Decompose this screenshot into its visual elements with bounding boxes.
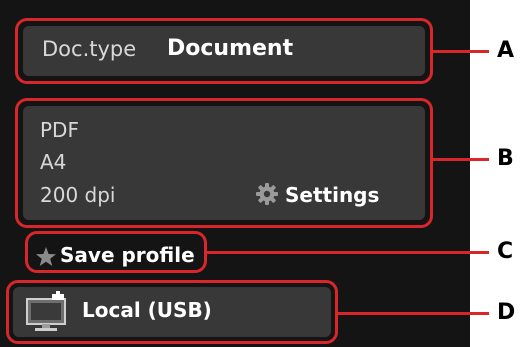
callout-line-a <box>433 50 489 53</box>
callout-line-b <box>433 158 489 161</box>
callout-label-c: C <box>497 239 514 264</box>
format-value: PDF <box>40 118 79 142</box>
resolution-value: 200 dpi <box>40 183 116 207</box>
callout-label-d: D <box>497 300 516 325</box>
settings-label: Settings <box>285 183 380 207</box>
star-icon <box>35 246 57 268</box>
callout-label-a: A <box>497 38 515 63</box>
destination-label: Local (USB) <box>82 298 212 322</box>
paper-size-value: A4 <box>40 150 67 174</box>
doc-type-label: Doc.type <box>42 37 137 61</box>
doc-type-value: Document <box>167 36 294 61</box>
callout-line-d <box>338 312 489 315</box>
save-profile-label: Save profile <box>60 243 195 267</box>
computer-monitor-icon <box>22 289 72 333</box>
callout-label-b: B <box>497 146 514 171</box>
callout-line-c <box>207 251 489 254</box>
gear-icon <box>255 182 279 206</box>
